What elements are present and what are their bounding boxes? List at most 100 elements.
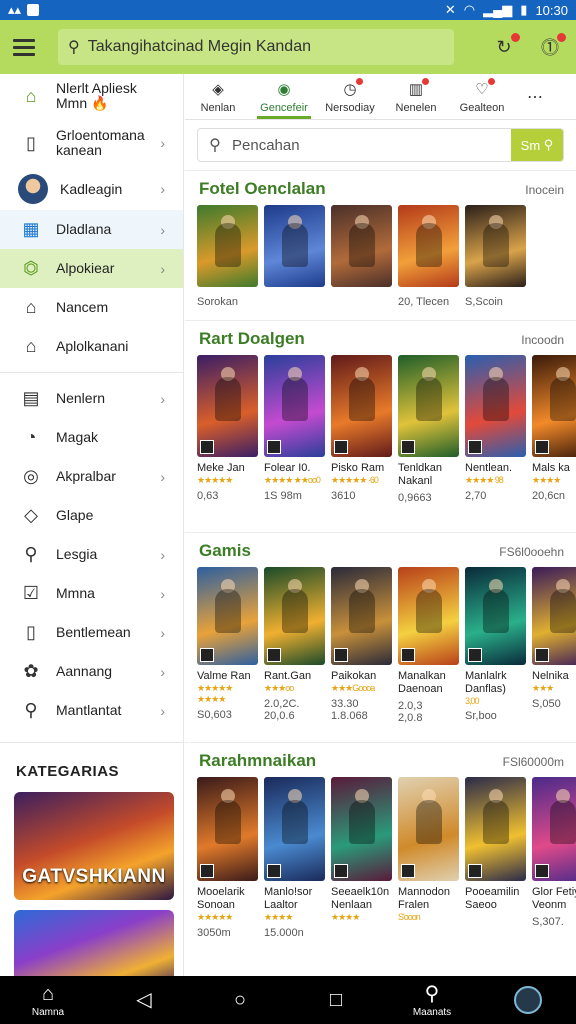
grid-icon: ▦ <box>22 219 40 239</box>
game-card[interactable]: S,Scoin <box>465 205 526 308</box>
tab[interactable]: ♡ Gealteon <box>449 74 515 119</box>
section-title: Rart Doalgen <box>199 329 305 348</box>
sidebar-item[interactable]: ⌂ Nlerlt Apliesk Mmn 🔥 <box>0 74 183 118</box>
search-button[interactable]: Sm ⚲ <box>511 129 563 161</box>
tablet-icon: ▯ <box>26 132 36 153</box>
search-placeholder: Pencahan <box>232 136 300 154</box>
tab[interactable]: ◈ Nenlan <box>185 74 251 119</box>
sidebar-item-label: Aannang <box>56 663 113 679</box>
section-see-more[interactable]: FS6l0ooehn <box>499 545 564 559</box>
game-icon: ◉ <box>277 80 291 98</box>
game-card[interactable]: Mooelarik Sonoan ★★★★★ 3050m <box>197 777 258 939</box>
game-title: Tenldkan Nakanl <box>398 462 443 487</box>
section-see-more[interactable]: Incoodn <box>521 333 564 347</box>
sidebar-item[interactable]: ⏣ Alpokiear › <box>0 249 183 288</box>
game-card[interactable]: Seeaelk10n Nenlaan ★★★★ <box>331 777 392 939</box>
chevron-right-icon: › <box>160 135 165 151</box>
rating-badge-icon <box>468 864 482 878</box>
refresh-icon[interactable]: ↻ <box>492 33 520 59</box>
sidebar-item[interactable]: ◔ Magak <box>0 418 183 457</box>
game-card[interactable]: Glor Fetiye Veonm S,307. <box>532 777 576 939</box>
nav-button[interactable]: ○ <box>200 989 280 1011</box>
sidebar-item[interactable]: ▦ Dladlana › <box>0 210 183 249</box>
sidebar-item[interactable]: ◎ Akpralbar › <box>0 457 183 496</box>
rating-stars: ★★★★ ★★oo0 <box>264 475 321 485</box>
search-bar[interactable]: ⚲ Takangihatcinad Megin Kandan <box>58 29 454 65</box>
sidebar-item[interactable]: ◇ Glape <box>0 496 183 535</box>
game-card[interactable]: 20, Tlecen <box>398 205 459 308</box>
game-card[interactable]: Valme Ran ★★★★★ ★★★★ S0,603 <box>197 567 258 724</box>
android-icon: ⏣ <box>23 258 39 278</box>
sidebar-item-label: Mantlantat <box>56 702 122 718</box>
section-see-more[interactable]: Inocein <box>525 183 564 197</box>
menu-icon[interactable] <box>0 20 48 74</box>
sidebar-item[interactable]: ▯ Grloentomana kanean › <box>0 118 183 168</box>
more-options-icon[interactable]: ⋯ <box>515 74 555 119</box>
nav-button[interactable]: □ <box>296 989 376 1011</box>
game-card[interactable]: Manalkan Daenoan 2.0,3 2,0.8 <box>398 567 459 724</box>
sidebar-item[interactable]: ⚲ Mantlantat › <box>0 691 183 730</box>
game-card[interactable]: Nelnika ★★★ S,050 <box>532 567 576 724</box>
game-card[interactable] <box>264 205 325 308</box>
game-meta: 20,6cn <box>532 490 566 502</box>
search-bar-text: Takangihatcinad Megin Kandan <box>87 38 311 55</box>
sidebar-item-label: Alpokiear <box>56 260 115 276</box>
game-title: Nelnika <box>532 670 569 682</box>
nav-label: Namna <box>31 1006 65 1018</box>
game-card[interactable]: Mals ka ★★★★ 20,6cn <box>532 355 576 504</box>
tab[interactable]: ◷ Nersodiay <box>317 74 383 119</box>
section-see-more[interactable]: FSl60000m <box>503 755 564 769</box>
game-card[interactable]: Manlo!sor Laaltor ★★★★ 15.000n <box>264 777 325 939</box>
game-title: Nentlean. <box>465 462 513 474</box>
game-meta: 2.0,3 2,0.8 <box>398 700 423 724</box>
game-title: Mooelarik Sonoan <box>197 886 245 911</box>
game-card[interactable]: Nentlean. ★★★★ 98 2,70 <box>465 355 526 504</box>
game-cover-image <box>264 567 325 665</box>
battery-icon: ▮ <box>520 2 528 17</box>
nav-button[interactable]: ◁ <box>104 989 184 1011</box>
notification-icon[interactable]: ⓵ <box>538 33 566 59</box>
chevron-right-icon: › <box>160 585 165 602</box>
rating-stars: 3,00 <box>465 696 480 706</box>
game-card[interactable]: Folear I0. ★★★★ ★★oo0 1S 98m <box>264 355 325 504</box>
category-banner[interactable]: GATVSHKIANN <box>14 792 174 900</box>
game-card[interactable]: Manlalrk Danflas) 3,00 Sr,boo <box>465 567 526 724</box>
rating-badge-icon <box>535 864 549 878</box>
sidebar-item-label: Nenlern <box>56 390 106 406</box>
categories-title: KATEGARIAS <box>16 763 120 780</box>
game-card[interactable]: Mannodon Fralen S'ooon <box>398 777 459 939</box>
game-card[interactable]: Meke Jan ★★★★★ 0,63 <box>197 355 258 504</box>
nav-button[interactable] <box>488 986 568 1014</box>
game-card[interactable]: Pisko Ram ★★★★★ ·60 3610 <box>331 355 392 504</box>
nav-button[interactable]: ⌂ Namna <box>8 983 88 1018</box>
content-search[interactable]: ⚲ Pencahan Sm ⚲ <box>197 128 564 162</box>
rating-badge-icon <box>401 864 415 878</box>
game-card[interactable]: Paikokan ★★★Goooa 33.30 1.8.068 <box>331 567 392 724</box>
game-cover-image <box>398 777 459 881</box>
sidebar-item[interactable]: ✿ Aannang › <box>0 652 183 691</box>
sidebar-item[interactable]: ⌂ Aplolkanani <box>0 327 183 366</box>
game-card[interactable]: Pooeamilin Saeoo <box>465 777 526 939</box>
sidebar-item[interactable]: ⚲ Lesgia › <box>0 535 183 574</box>
chevron-right-icon: › <box>160 468 165 485</box>
game-card[interactable] <box>331 205 392 308</box>
game-cover-image <box>532 567 576 665</box>
tab[interactable]: ▥ Nenelen <box>383 74 449 119</box>
sidebar-item[interactable]: ☑ Mmna › <box>0 574 183 613</box>
sidebar-item[interactable]: ⌂ Nancem <box>0 288 183 327</box>
tab[interactable]: ◉ Gencefeir <box>251 74 317 119</box>
rating-badge-icon <box>401 440 415 454</box>
search-icon: ⚲ <box>24 700 38 720</box>
recents-icon: □ <box>329 989 343 1011</box>
nav-button[interactable]: ⚲ Maanats <box>392 983 472 1018</box>
game-cover-image <box>197 567 258 665</box>
house-icon: ⌂ <box>25 297 37 317</box>
game-card[interactable]: Sorokan <box>197 205 258 308</box>
game-card[interactable]: Tenldkan Nakanl 0,9663 <box>398 355 459 504</box>
sidebar-item[interactable]: Kadleagin › <box>0 168 183 210</box>
sidebar-item[interactable]: ▯ Bentlemean › <box>0 613 183 652</box>
game-title: Paikokan <box>331 670 377 682</box>
sidebar-item[interactable]: ▤ Nenlern › <box>0 379 183 418</box>
game-card[interactable]: Rant.Gan ★★★oo 2.0,2C. 20,0.6 <box>264 567 325 724</box>
sidebar-item-label: Grloentomana kanean <box>56 127 145 158</box>
